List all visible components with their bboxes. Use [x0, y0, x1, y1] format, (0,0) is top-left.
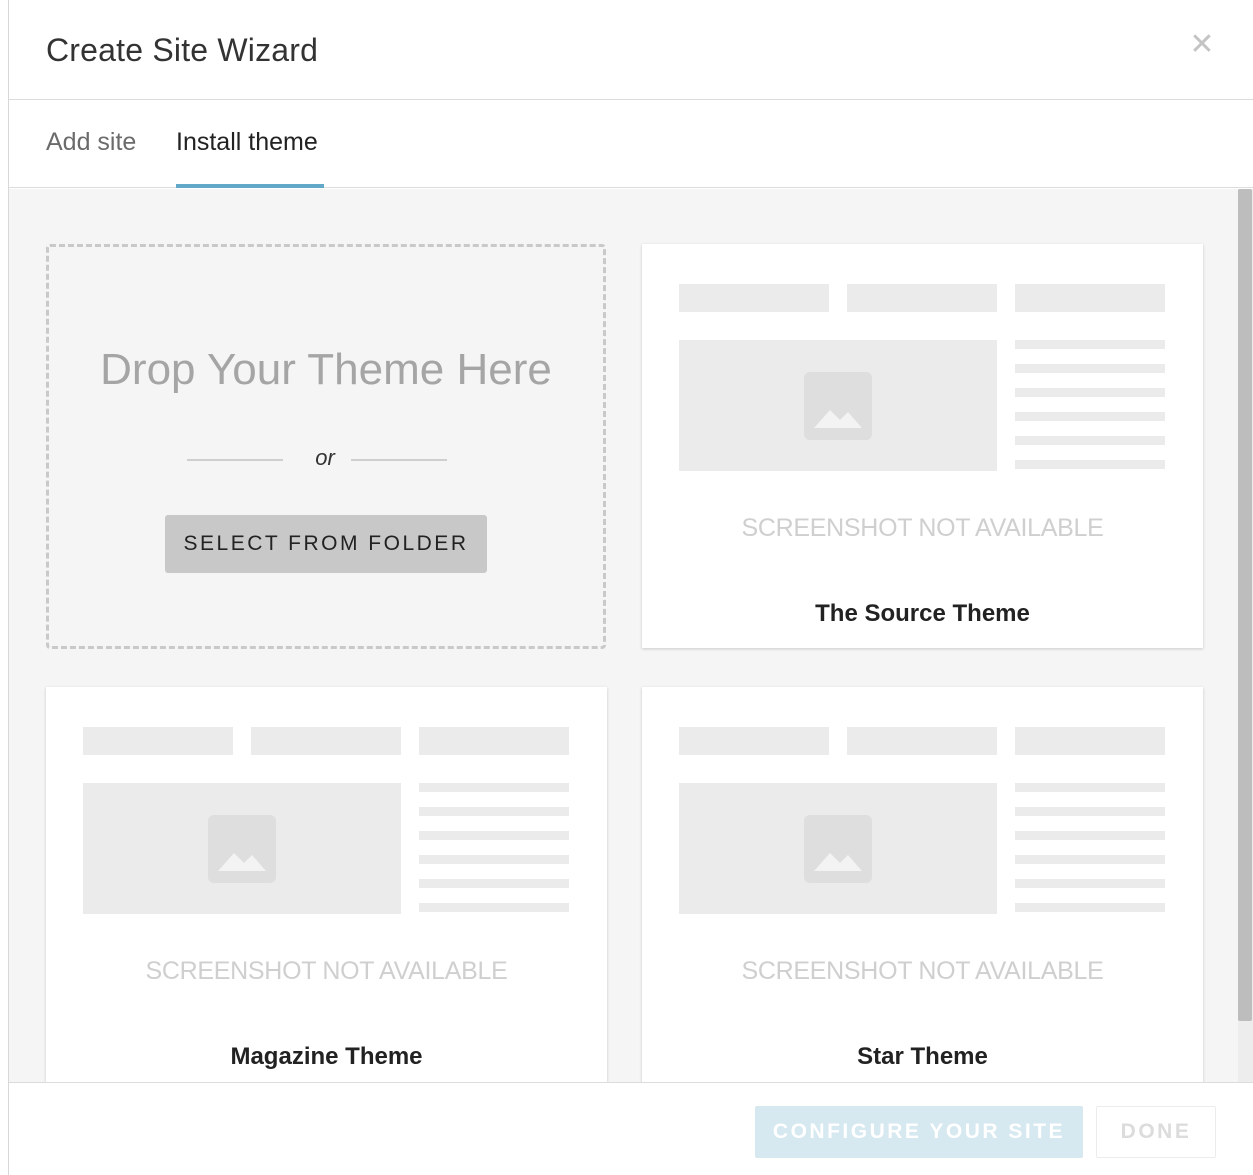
placeholder-line	[1015, 436, 1165, 445]
placeholder-block	[847, 727, 997, 755]
theme-card-source[interactable]: SCREENSHOT NOT AVAILABLE The Source Them…	[642, 244, 1203, 648]
tab-bar: Add site Install theme	[9, 100, 1253, 188]
create-site-wizard-dialog: Create Site Wizard ✕ Add site Install th…	[8, 0, 1253, 1175]
placeholder-block	[1015, 727, 1165, 755]
divider	[187, 459, 283, 461]
drop-zone-title: Drop Your Theme Here	[100, 345, 552, 394]
scrollbar-thumb[interactable]	[1238, 189, 1252, 1021]
placeholder-line	[1015, 903, 1165, 912]
screenshot-not-available-text: SCREENSHOT NOT AVAILABLE	[741, 957, 1104, 985]
dialog-footer: CONFIGURE YOUR SITE DONE	[9, 1082, 1253, 1175]
screenshot-not-available-text: SCREENSHOT NOT AVAILABLE	[145, 957, 508, 985]
placeholder-line	[419, 855, 569, 864]
placeholder-line	[419, 807, 569, 816]
placeholder-line	[1015, 460, 1165, 469]
image-placeholder-icon	[208, 815, 276, 883]
theme-name: Star Theme	[857, 1043, 988, 1070]
or-separator: or	[315, 445, 335, 470]
placeholder-line	[1015, 340, 1165, 349]
select-from-folder-button[interactable]: SELECT FROM FOLDER	[165, 515, 487, 573]
theme-grid: Drop Your Theme Here or SELECT FROM FOLD…	[9, 189, 1238, 1082]
placeholder-block	[83, 727, 233, 755]
placeholder-line	[1015, 364, 1165, 373]
close-icon[interactable]: ✕	[1189, 30, 1215, 60]
theme-card-magazine[interactable]: SCREENSHOT NOT AVAILABLE Magazine Theme	[46, 687, 607, 1082]
placeholder-line	[1015, 855, 1165, 864]
placeholder-line	[1015, 412, 1165, 421]
placeholder-block	[679, 284, 829, 312]
placeholder-block	[847, 284, 997, 312]
placeholder-block	[1015, 284, 1165, 312]
tab-add-site[interactable]: Add site	[46, 128, 136, 188]
placeholder-block	[419, 727, 569, 755]
theme-drop-zone[interactable]: Drop Your Theme Here or SELECT FROM FOLD…	[46, 244, 606, 649]
placeholder-block	[251, 727, 401, 755]
theme-card-star[interactable]: SCREENSHOT NOT AVAILABLE Star Theme	[642, 687, 1203, 1082]
theme-name: Magazine Theme	[230, 1043, 423, 1070]
configure-your-site-button[interactable]: CONFIGURE YOUR SITE	[755, 1106, 1083, 1158]
dialog-title: Create Site Wizard	[46, 32, 319, 68]
placeholder-block	[679, 727, 829, 755]
active-tab-indicator	[176, 184, 324, 188]
divider	[351, 459, 447, 461]
image-placeholder-icon	[804, 815, 872, 883]
placeholder-line	[419, 831, 569, 840]
tab-install-theme[interactable]: Install theme	[176, 128, 318, 188]
placeholder-line	[1015, 388, 1165, 397]
placeholder-line	[1015, 807, 1165, 816]
screenshot-not-available-text: SCREENSHOT NOT AVAILABLE	[741, 514, 1104, 542]
done-button[interactable]: DONE	[1096, 1106, 1216, 1158]
placeholder-line	[1015, 879, 1165, 888]
placeholder-line	[1015, 831, 1165, 840]
image-placeholder-icon	[804, 372, 872, 440]
placeholder-line	[1015, 783, 1165, 792]
placeholder-line	[419, 879, 569, 888]
placeholder-line	[419, 903, 569, 912]
placeholder-line	[419, 783, 569, 792]
dialog-header: Create Site Wizard ✕	[9, 0, 1253, 100]
theme-name: The Source Theme	[815, 600, 1030, 627]
